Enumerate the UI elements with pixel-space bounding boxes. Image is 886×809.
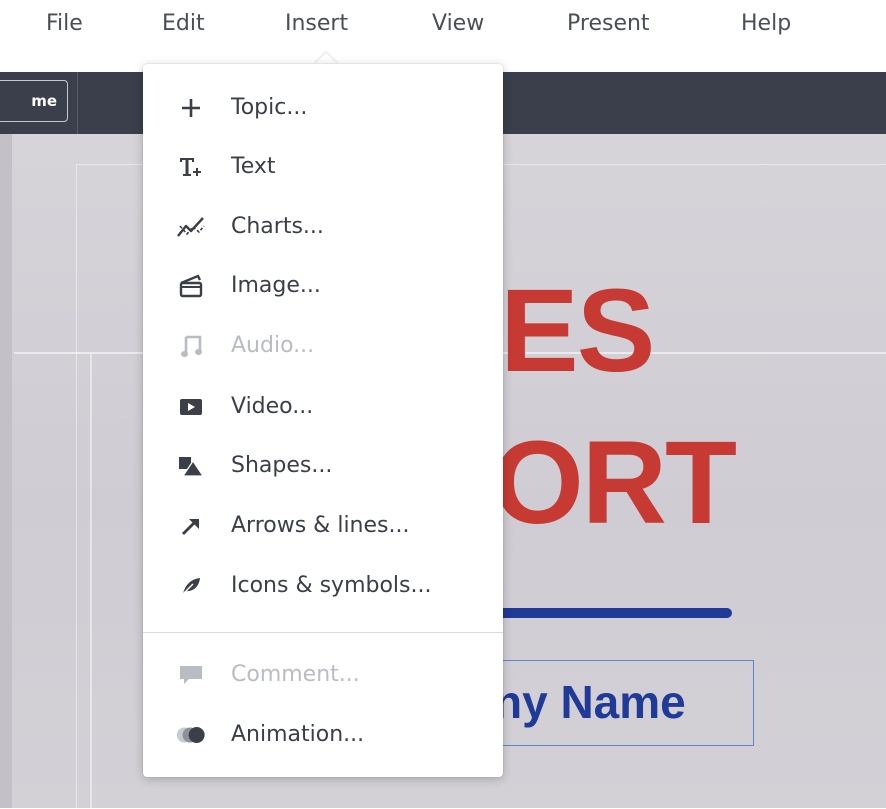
menu-item-label: Image... xyxy=(231,273,321,298)
menu-item-label: Animation... xyxy=(231,722,365,747)
slide-title-line-1[interactable]: ES xyxy=(500,266,655,396)
slide-guide-vertical xyxy=(90,354,92,808)
shapes-icon xyxy=(175,450,207,482)
menu-item-label: Arrows & lines... xyxy=(231,513,410,538)
menu-separator xyxy=(143,632,503,633)
video-icon xyxy=(175,391,207,423)
insert-menu: Topic... Text Charts... Image... Audio..… xyxy=(143,64,503,777)
arrow-icon xyxy=(175,510,207,542)
menu-item-shapes[interactable]: Shapes... xyxy=(143,442,503,490)
menu-item-label: Icons & symbols... xyxy=(231,573,432,598)
menu-item-icons[interactable]: Icons & symbols... xyxy=(143,562,503,610)
menu-file[interactable]: File xyxy=(46,10,83,38)
slide-title-underline[interactable] xyxy=(486,608,732,618)
animation-icon xyxy=(175,719,207,751)
menu-item-text[interactable]: Text xyxy=(143,143,503,191)
menu-present[interactable]: Present xyxy=(567,10,650,38)
menu-item-label: Charts... xyxy=(231,214,324,239)
menu-item-label: Topic... xyxy=(231,95,308,120)
menu-item-audio[interactable]: Audio... xyxy=(143,322,503,370)
menu-item-label: Audio... xyxy=(231,333,315,358)
canvas-gutter xyxy=(0,134,12,808)
menu-item-label: Shapes... xyxy=(231,453,333,478)
menu-item-label: Text xyxy=(231,154,276,179)
toolbar-divider xyxy=(77,72,78,134)
menu-item-label: Comment... xyxy=(231,662,360,687)
image-icon xyxy=(175,270,207,302)
music-note-icon xyxy=(175,330,207,362)
menu-edit[interactable]: Edit xyxy=(162,10,205,38)
menu-item-video[interactable]: Video... xyxy=(143,383,503,431)
text-icon xyxy=(175,151,207,183)
menu-item-animation[interactable]: Animation... xyxy=(143,711,503,759)
menu-item-arrows[interactable]: Arrows & lines... xyxy=(143,502,503,550)
menu-item-charts[interactable]: Charts... xyxy=(143,203,503,251)
chart-icon xyxy=(175,211,207,243)
menu-bar: File Edit Insert View Present Help xyxy=(0,0,886,72)
menu-insert[interactable]: Insert xyxy=(285,10,348,38)
theme-button[interactable]: me xyxy=(0,80,68,122)
menu-view[interactable]: View xyxy=(432,10,484,38)
plus-icon xyxy=(175,92,207,124)
slide-subtitle[interactable]: ny Name xyxy=(494,672,686,732)
menu-item-label: Video... xyxy=(231,394,314,419)
menu-item-image[interactable]: Image... xyxy=(143,262,503,310)
menu-help[interactable]: Help xyxy=(741,10,791,38)
comment-icon xyxy=(175,659,207,691)
menu-item-topic[interactable]: Topic... xyxy=(143,84,503,132)
menu-item-comment[interactable]: Comment... xyxy=(143,651,503,699)
leaf-icon xyxy=(175,570,207,602)
slide-title-line-2[interactable]: ORT xyxy=(492,418,737,548)
